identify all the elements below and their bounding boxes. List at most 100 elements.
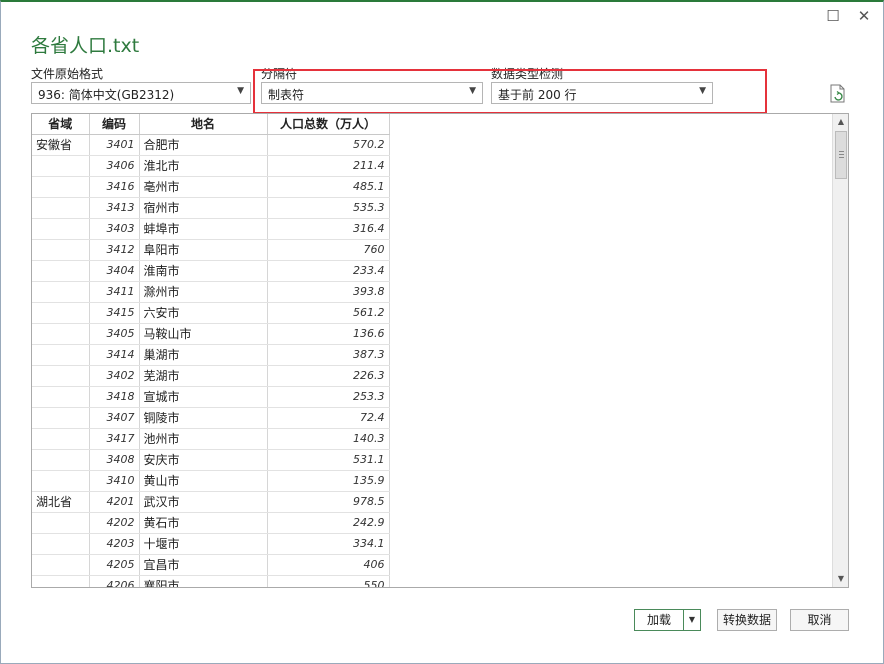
cell-province bbox=[32, 575, 90, 587]
column-header-province[interactable]: 省域 bbox=[32, 114, 90, 135]
cell-place: 淮南市 bbox=[139, 260, 268, 282]
column-header-place[interactable]: 地名 bbox=[139, 114, 268, 135]
cell-population: 316.4 bbox=[267, 218, 390, 240]
file-origin-select[interactable]: 936: 简体中文(GB2312) ▼ bbox=[31, 82, 251, 104]
cell-province bbox=[32, 239, 90, 261]
chevron-down-icon: ▼ bbox=[469, 86, 476, 96]
cell-place: 宣城市 bbox=[139, 386, 268, 408]
cell-province bbox=[32, 302, 90, 324]
table-row: 3404 淮南市 233.4 bbox=[32, 260, 390, 282]
table-row: 3408 安庆市 531.1 bbox=[32, 449, 390, 471]
scroll-thumb[interactable] bbox=[835, 131, 847, 179]
table-row: 3414 巢湖市 387.3 bbox=[32, 344, 390, 366]
cell-code: 3416 bbox=[89, 176, 140, 198]
column-header-code[interactable]: 编码 bbox=[89, 114, 140, 135]
cell-population: 393.8 bbox=[267, 281, 390, 303]
refresh-icon[interactable] bbox=[829, 84, 847, 104]
cell-province bbox=[32, 365, 90, 387]
cell-population: 140.3 bbox=[267, 428, 390, 450]
cell-population: 334.1 bbox=[267, 533, 390, 555]
type-detection-value: 基于前 200 行 bbox=[498, 88, 577, 102]
delimiter-value: 制表符 bbox=[268, 88, 305, 102]
cell-code: 3412 bbox=[89, 239, 140, 261]
cell-population: 211.4 bbox=[267, 155, 390, 177]
preview-table: 省域 编码 地名 人口总数（万人） 安徽省 3401 合肥市 570.2 3406 淮北市… bbox=[32, 114, 390, 587]
cell-population: 233.4 bbox=[267, 260, 390, 282]
table-row: 3402 芜湖市 226.3 bbox=[32, 365, 390, 387]
cell-place: 铜陵市 bbox=[139, 407, 268, 429]
cell-place: 滁州市 bbox=[139, 281, 268, 303]
cell-province bbox=[32, 512, 90, 534]
vertical-scrollbar[interactable]: ▲ ▼ bbox=[832, 114, 848, 587]
cell-place: 宜昌市 bbox=[139, 554, 268, 576]
cell-code: 3411 bbox=[89, 281, 140, 303]
table-header-row: 省域 编码 地名 人口总数（万人） bbox=[32, 114, 390, 135]
maximize-button[interactable]: ☐ bbox=[825, 8, 841, 24]
close-button[interactable]: ✕ bbox=[856, 8, 872, 24]
cell-province bbox=[32, 428, 90, 450]
column-header-population[interactable]: 人口总数（万人） bbox=[267, 114, 390, 135]
cell-code: 4202 bbox=[89, 512, 140, 534]
cell-population: 226.3 bbox=[267, 365, 390, 387]
cell-province: 安徽省 bbox=[32, 134, 90, 156]
table-row: 3407 铜陵市 72.4 bbox=[32, 407, 390, 429]
cell-place: 十堰市 bbox=[139, 533, 268, 555]
cell-population: 242.9 bbox=[267, 512, 390, 534]
cell-province bbox=[32, 260, 90, 282]
cell-code: 3406 bbox=[89, 155, 140, 177]
cell-code: 4203 bbox=[89, 533, 140, 555]
load-dropdown-icon[interactable]: ▼ bbox=[683, 609, 701, 631]
cell-province bbox=[32, 470, 90, 492]
cell-population: 978.5 bbox=[267, 491, 390, 513]
cell-population: 406 bbox=[267, 554, 390, 576]
file-origin-value: 936: 简体中文(GB2312) bbox=[38, 88, 175, 102]
cell-code: 3407 bbox=[89, 407, 140, 429]
cell-code: 3401 bbox=[89, 134, 140, 156]
table-row: 4202 黄石市 242.9 bbox=[32, 512, 390, 534]
cell-province bbox=[32, 155, 90, 177]
scroll-up-icon[interactable]: ▲ bbox=[833, 114, 848, 130]
cell-population: 760 bbox=[267, 239, 390, 261]
table-row: 3416 亳州市 485.1 bbox=[32, 176, 390, 198]
delimiter-label: 分隔符 bbox=[261, 67, 298, 81]
cell-code: 3403 bbox=[89, 218, 140, 240]
type-detection-select[interactable]: 基于前 200 行 ▼ bbox=[491, 82, 713, 104]
cell-place: 安庆市 bbox=[139, 449, 268, 471]
cell-code: 3415 bbox=[89, 302, 140, 324]
cell-place: 襄阳市 bbox=[139, 575, 268, 587]
cell-province: 湖北省 bbox=[32, 491, 90, 513]
cell-province bbox=[32, 218, 90, 240]
cell-code: 3408 bbox=[89, 449, 140, 471]
load-button[interactable]: 加载 bbox=[634, 609, 684, 631]
cell-place: 六安市 bbox=[139, 302, 268, 324]
cell-place: 合肥市 bbox=[139, 134, 268, 156]
scroll-down-icon[interactable]: ▼ bbox=[833, 571, 848, 587]
cell-province bbox=[32, 281, 90, 303]
cell-place: 马鞍山市 bbox=[139, 323, 268, 345]
cell-province bbox=[32, 386, 90, 408]
cell-population: 485.1 bbox=[267, 176, 390, 198]
delimiter-select[interactable]: 制表符 ▼ bbox=[261, 82, 483, 104]
cell-code: 4206 bbox=[89, 575, 140, 587]
transform-data-button[interactable]: 转换数据 bbox=[717, 609, 777, 631]
cancel-button[interactable]: 取消 bbox=[790, 609, 849, 631]
cell-code: 3404 bbox=[89, 260, 140, 282]
preview-table-container: 省域 编码 地名 人口总数（万人） 安徽省 3401 合肥市 570.2 3406 淮北市… bbox=[31, 113, 849, 588]
table-row: 3413 宿州市 535.3 bbox=[32, 197, 390, 219]
table-row: 3415 六安市 561.2 bbox=[32, 302, 390, 324]
table-row: 3412 阜阳市 760 bbox=[32, 239, 390, 261]
cell-population: 570.2 bbox=[267, 134, 390, 156]
cell-province bbox=[32, 533, 90, 555]
cell-population: 531.1 bbox=[267, 449, 390, 471]
cell-province bbox=[32, 197, 90, 219]
cell-province bbox=[32, 449, 90, 471]
cell-population: 253.3 bbox=[267, 386, 390, 408]
cell-code: 4201 bbox=[89, 491, 140, 513]
table-row: 3418 宣城市 253.3 bbox=[32, 386, 390, 408]
cell-place: 武汉市 bbox=[139, 491, 268, 513]
cell-province bbox=[32, 407, 90, 429]
cell-place: 阜阳市 bbox=[139, 239, 268, 261]
table-row: 4206 襄阳市 550 bbox=[32, 575, 390, 587]
cell-place: 亳州市 bbox=[139, 176, 268, 198]
cell-place: 黄山市 bbox=[139, 470, 268, 492]
